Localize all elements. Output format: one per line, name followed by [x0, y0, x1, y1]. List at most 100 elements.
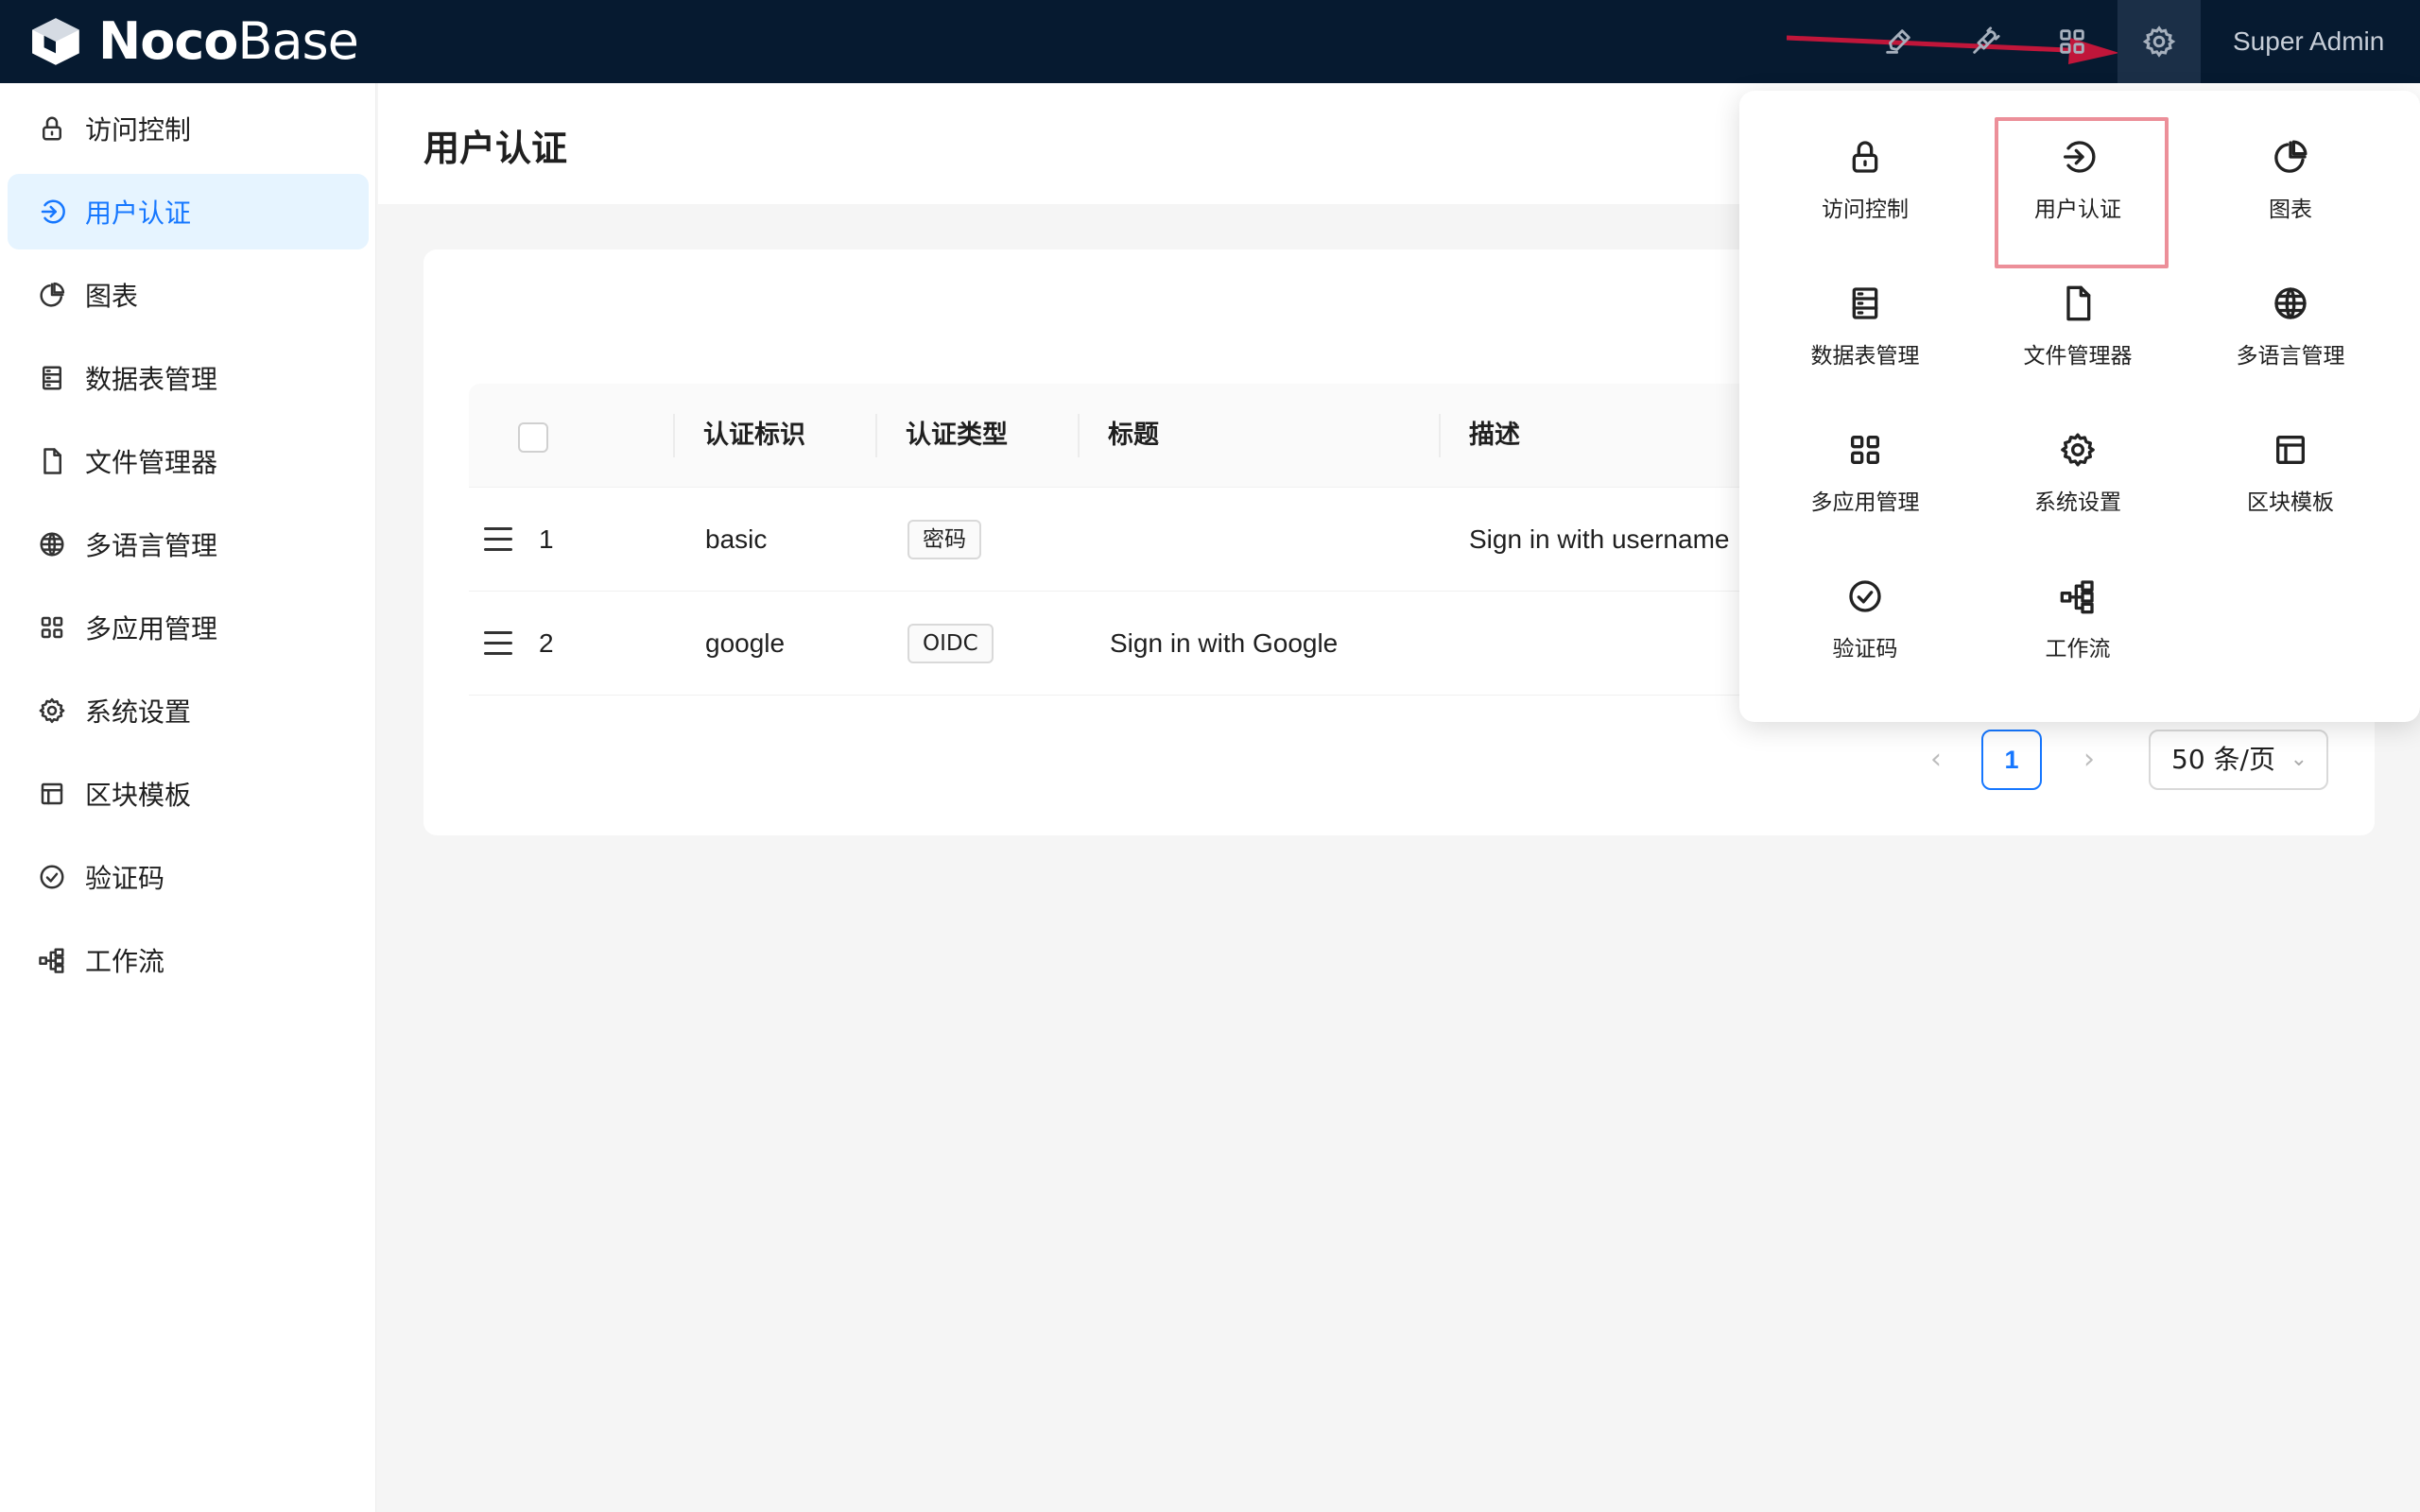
globe-icon — [38, 530, 66, 558]
row-index: 1 — [539, 524, 554, 554]
sidebar-item-label: 访问控制 — [85, 114, 192, 146]
drag-handle-icon[interactable] — [484, 527, 512, 552]
sidebar-item-multi-app[interactable]: 多应用管理 — [8, 590, 369, 665]
sidebar-item-workflow[interactable]: 工作流 — [8, 922, 369, 998]
column-header-description[interactable]: 描述 — [1469, 384, 1520, 488]
panel-item-label: 数据表管理 — [1810, 344, 1920, 369]
sidebar-item-block-templates[interactable]: 区块模板 — [8, 756, 369, 832]
column-header-title[interactable]: 标题 — [1108, 384, 1159, 488]
sidebar-item-label: 系统设置 — [85, 696, 192, 728]
nocobase-logo[interactable]: NocoBase — [26, 9, 359, 74]
sidebar-item-charts[interactable]: 图表 — [8, 257, 369, 333]
panel-item-user-auth[interactable]: 用户认证 — [1990, 110, 2166, 251]
drag-handle-icon[interactable] — [484, 631, 512, 656]
panel-item-label: 访问控制 — [1822, 198, 1909, 222]
layout-icon — [2272, 431, 2309, 469]
column-divider — [875, 414, 877, 457]
apps-grid-icon[interactable] — [2051, 21, 2093, 62]
highlighter-icon[interactable] — [1877, 21, 1919, 62]
panel-item-file-manager[interactable]: 文件管理器 — [1990, 256, 2166, 398]
panel-item-access-control[interactable]: 访问控制 — [1777, 110, 1953, 251]
panel-item-label: 系统设置 — [2034, 490, 2121, 515]
sidebar-item-label: 验证码 — [85, 863, 165, 894]
sidebar-item-label: 数据表管理 — [85, 364, 218, 395]
panel-item-multi-app[interactable]: 多应用管理 — [1777, 403, 1953, 544]
sidebar-item-label: 文件管理器 — [85, 447, 218, 478]
auth-title: Sign in with Google — [1110, 628, 1339, 658]
sidebar-item-label: 工作流 — [85, 946, 165, 977]
column-header-name[interactable]: 认证标识 — [703, 384, 805, 488]
check-circle-icon — [38, 863, 66, 891]
pie-chart-icon — [38, 281, 66, 309]
panel-item-label: 多语言管理 — [2236, 344, 2345, 369]
panel-item-label: 多应用管理 — [1810, 490, 1920, 515]
sidebar-item-label: 区块模板 — [85, 780, 192, 811]
user-menu[interactable]: Super Admin — [2233, 21, 2384, 62]
apps-grid-icon — [1846, 431, 1884, 469]
sidebar-item-system-settings[interactable]: 系统设置 — [8, 673, 369, 748]
workflow-icon — [38, 946, 66, 974]
row-index: 2 — [539, 628, 554, 658]
page-size-select[interactable]: 50 条/页 ⌄ — [2149, 730, 2328, 790]
gear-icon — [38, 696, 66, 725]
panel-item-label: 工作流 — [2045, 637, 2111, 662]
settings-gear-button[interactable] — [2118, 0, 2201, 83]
panel-item-label: 文件管理器 — [2023, 344, 2133, 369]
file-icon — [38, 447, 66, 475]
file-icon — [2059, 284, 2097, 322]
pie-chart-icon — [2272, 138, 2309, 176]
panel-item-block-templates[interactable]: 区块模板 — [2203, 403, 2378, 544]
sidebar-item-label: 多语言管理 — [85, 530, 218, 561]
login-icon — [38, 198, 66, 226]
settings-dropdown-panel: 访问控制 用户认证 图表 数据表管理 文件管理器 多语言管理 多应用管理 系统设… — [1739, 91, 2420, 722]
sidebar-item-data-sources[interactable]: 数据表管理 — [8, 340, 369, 416]
panel-item-workflow[interactable]: 工作流 — [1990, 549, 2166, 691]
sidebar-item-access-control[interactable]: 访问控制 — [8, 91, 369, 166]
select-all-checkbox[interactable] — [518, 422, 548, 453]
plugin-icon[interactable] — [1964, 21, 2006, 62]
panel-item-label: 区块模板 — [2247, 490, 2334, 515]
page-number-button[interactable]: 1 — [1981, 730, 2042, 790]
panel-item-label: 验证码 — [1832, 637, 1898, 662]
prev-page-button[interactable]: ‹ — [1917, 730, 1955, 790]
layout-icon — [38, 780, 66, 808]
sidebar-item-file-manager[interactable]: 文件管理器 — [8, 423, 369, 499]
auth-name: google — [705, 628, 786, 658]
auth-name: basic — [705, 524, 768, 554]
page-size-value: 50 条/页 — [2171, 744, 2275, 775]
auth-description: Sign in with username — [1469, 524, 1730, 554]
panel-item-localization[interactable]: 多语言管理 — [2203, 256, 2378, 398]
column-divider — [1078, 414, 1080, 457]
sidebar-item-user-auth[interactable]: 用户认证 — [8, 174, 369, 249]
chevron-down-icon: ⌄ — [2290, 747, 2308, 771]
logo-text: NocoBase — [98, 11, 359, 71]
column-divider — [673, 414, 675, 457]
panel-item-system-settings[interactable]: 系统设置 — [1990, 403, 2166, 544]
column-divider — [1439, 414, 1441, 457]
auth-type-tag: OIDC — [908, 624, 994, 663]
sidebar-item-localization[interactable]: 多语言管理 — [8, 507, 369, 582]
gear-icon — [2142, 25, 2176, 59]
lock-icon — [38, 114, 66, 143]
gear-icon — [2059, 431, 2097, 469]
apps-grid-icon — [38, 613, 66, 642]
database-icon — [1846, 284, 1884, 322]
panel-item-data-sources[interactable]: 数据表管理 — [1777, 256, 1953, 398]
panel-item-label: 用户认证 — [2034, 198, 2121, 222]
sidebar-item-label: 用户认证 — [85, 198, 192, 229]
panel-item-verification[interactable]: 验证码 — [1777, 549, 1953, 691]
column-header-type[interactable]: 认证类型 — [906, 384, 1008, 488]
top-navbar: NocoBase Super Admin — [0, 0, 2420, 83]
check-circle-icon — [1846, 577, 1884, 615]
workflow-icon — [2059, 577, 2097, 615]
panel-item-label: 图表 — [2269, 198, 2312, 222]
lock-icon — [1846, 138, 1884, 176]
page-title: 用户认证 — [424, 128, 568, 169]
sidebar-item-label: 多应用管理 — [85, 613, 218, 644]
auth-type-tag: 密码 — [908, 520, 981, 559]
sidebar-item-verification[interactable]: 验证码 — [8, 839, 369, 915]
globe-icon — [2272, 284, 2309, 322]
panel-item-charts[interactable]: 图表 — [2203, 110, 2378, 251]
next-page-button[interactable]: › — [2070, 730, 2108, 790]
login-icon — [2059, 138, 2097, 176]
